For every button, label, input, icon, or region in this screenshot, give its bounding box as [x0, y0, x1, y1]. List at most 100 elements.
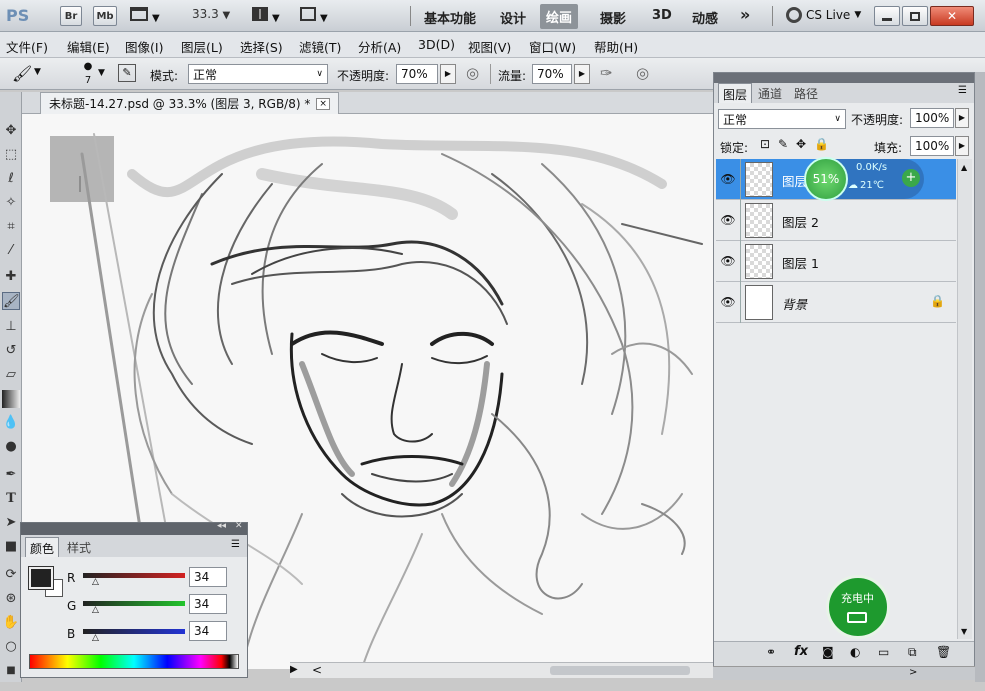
panel-menu-icon[interactable]: ☰: [958, 85, 967, 96]
brush-tool-icon[interactable]: 🖌: [12, 64, 32, 83]
close-document-icon[interactable]: ×: [316, 97, 330, 110]
shape-tool-icon[interactable]: ■: [2, 538, 20, 556]
menu-3d[interactable]: 3D(D): [418, 37, 455, 52]
new-group-icon[interactable]: ▭: [878, 645, 889, 659]
menu-image[interactable]: 图像(I): [125, 37, 163, 56]
scrollbar-track[interactable]: ▲ ▼: [957, 159, 972, 639]
red-value-input[interactable]: 34: [189, 567, 227, 587]
menu-analysis[interactable]: 分析(A): [358, 37, 401, 56]
hand-tool-icon[interactable]: ✋: [2, 614, 20, 632]
new-layer-icon[interactable]: ⧉: [908, 645, 917, 660]
workspace-essentials[interactable]: 基本功能: [424, 8, 476, 27]
visibility-eye-icon[interactable]: 👁: [720, 253, 736, 269]
tablet-size-icon[interactable]: ◎: [636, 64, 649, 82]
blue-value-input[interactable]: 34: [189, 621, 227, 641]
flow-slider-button[interactable]: ▶: [574, 64, 590, 84]
color-spectrum-ramp[interactable]: [29, 654, 239, 669]
clone-stamp-tool-icon[interactable]: ⊥: [2, 318, 20, 336]
menu-select[interactable]: 选择(S): [240, 37, 283, 56]
layer-name[interactable]: 图层 1: [782, 253, 819, 272]
scroll-down-arrow-icon[interactable]: ▼: [961, 627, 967, 636]
marquee-tool-icon[interactable]: ⬚: [2, 146, 20, 164]
layer-row[interactable]: 👁 背景 🔒: [716, 282, 956, 323]
brush-panel-toggle-icon[interactable]: ✎: [118, 64, 136, 82]
scroll-thumb[interactable]: [550, 666, 690, 675]
cs-live-button[interactable]: CS Live ▼: [786, 7, 861, 23]
restore-button[interactable]: [902, 6, 928, 26]
quick-selection-tool-icon[interactable]: ✧: [2, 194, 20, 212]
bridge-button[interactable]: Br: [60, 6, 82, 26]
tab-styles[interactable]: 样式: [63, 537, 95, 557]
eyedropper-tool-icon[interactable]: ⁄: [2, 242, 20, 260]
delete-layer-icon[interactable]: 🗑: [936, 645, 951, 659]
visibility-eye-icon[interactable]: 👁: [720, 171, 736, 187]
arrange-documents-button[interactable]: ▼: [252, 7, 280, 24]
blend-mode-select[interactable]: 正常 ∨: [188, 64, 328, 84]
history-brush-tool-icon[interactable]: ↺: [2, 342, 20, 360]
zoom-level-dropdown[interactable]: 33.3 ▼: [192, 7, 230, 21]
opacity-slider-button[interactable]: ▶: [440, 64, 456, 84]
foreground-color-swatch[interactable]: [28, 566, 54, 590]
blur-tool-icon[interactable]: 💧: [2, 414, 20, 432]
menu-file[interactable]: 文件(F): [6, 37, 48, 56]
eraser-tool-icon[interactable]: ▱: [2, 366, 20, 384]
scroll-right-arrow-icon[interactable]: ▶: [290, 664, 298, 675]
lock-paint-icon[interactable]: ✎: [778, 137, 788, 151]
layer-opacity-input[interactable]: 100%: [910, 108, 954, 128]
workspace-painting[interactable]: 绘画: [540, 4, 579, 29]
close-window-button[interactable]: ✕: [930, 6, 974, 26]
screen-mode-button[interactable]: ▼: [300, 7, 328, 24]
fill-input[interactable]: 100%: [910, 136, 954, 156]
menu-layer[interactable]: 图层(L): [181, 37, 223, 56]
layer-style-fx-icon[interactable]: fx: [794, 644, 808, 659]
tab-channels[interactable]: 通道: [754, 83, 786, 103]
layer-blend-mode-select[interactable]: 正常 ∨: [718, 109, 846, 129]
tablet-opacity-icon[interactable]: ◎: [466, 64, 479, 82]
menu-view[interactable]: 视图(V): [468, 37, 511, 56]
visibility-eye-icon[interactable]: 👁: [720, 212, 736, 228]
dodge-tool-icon[interactable]: ●: [2, 438, 20, 456]
3d-rotate-tool-icon[interactable]: ⟳: [2, 566, 20, 584]
slider-handle-icon[interactable]: △: [92, 605, 99, 615]
workspace-photography[interactable]: 摄影: [600, 8, 626, 27]
lock-position-icon[interactable]: ✥: [796, 137, 806, 151]
gradient-tool-icon[interactable]: [2, 390, 20, 408]
panel-menu-icon[interactable]: ☰: [231, 539, 240, 550]
airbrush-icon[interactable]: ✑: [600, 64, 613, 82]
pen-tool-icon[interactable]: ✒: [2, 466, 20, 484]
opacity-input[interactable]: 70%: [396, 64, 438, 84]
panel-scroll-right-icon[interactable]: >: [909, 667, 917, 678]
minibridge-button[interactable]: Mb: [93, 6, 117, 26]
lasso-tool-icon[interactable]: ℓ: [2, 170, 20, 188]
crop-tool-icon[interactable]: ⌗: [2, 218, 20, 236]
tab-layers[interactable]: 图层: [718, 83, 753, 103]
horizontal-scrollbar[interactable]: ▶ <: [290, 662, 715, 678]
workspace-3d[interactable]: 3D: [652, 8, 672, 23]
layer-row[interactable]: 👁 图层 2: [716, 200, 956, 241]
foreground-swatch-icon[interactable]: ■: [2, 662, 20, 680]
layer-row[interactable]: 👁 图层 1: [716, 241, 956, 282]
tab-color[interactable]: 颜色: [25, 537, 60, 557]
adjustment-layer-icon[interactable]: ◐: [850, 645, 860, 659]
menu-help[interactable]: 帮助(H): [594, 37, 638, 56]
brush-tool-icon[interactable]: 🖌: [2, 292, 20, 310]
collapse-panel-icon[interactable]: ◂◂: [217, 521, 226, 531]
flow-input[interactable]: 70%: [532, 64, 572, 84]
minimize-button[interactable]: [874, 6, 900, 26]
scroll-up-arrow-icon[interactable]: ▲: [961, 163, 967, 172]
tool-preset-dropdown[interactable]: ▼: [34, 67, 41, 77]
lock-transparent-icon[interactable]: ⊡: [760, 137, 770, 151]
link-layers-icon[interactable]: ⚭: [766, 645, 776, 659]
layer-name[interactable]: 背景: [782, 294, 807, 313]
healing-brush-tool-icon[interactable]: ✚: [2, 268, 20, 286]
visibility-eye-icon[interactable]: 👁: [720, 294, 736, 310]
lock-all-icon[interactable]: 🔒: [814, 137, 829, 151]
layer-opacity-slider-button[interactable]: ▶: [955, 108, 969, 128]
menu-window[interactable]: 窗口(W): [529, 37, 576, 56]
workspace-design[interactable]: 设计: [500, 8, 526, 27]
type-tool-icon[interactable]: T: [2, 490, 20, 508]
tab-paths[interactable]: 路径: [790, 83, 822, 103]
document-tab[interactable]: 未标题-14.27.psd @ 33.3% (图层 3, RGB/8) * ×: [40, 92, 339, 114]
brush-preset-picker[interactable]: ● 7 ▼: [72, 62, 105, 87]
fill-slider-button[interactable]: ▶: [955, 136, 969, 156]
